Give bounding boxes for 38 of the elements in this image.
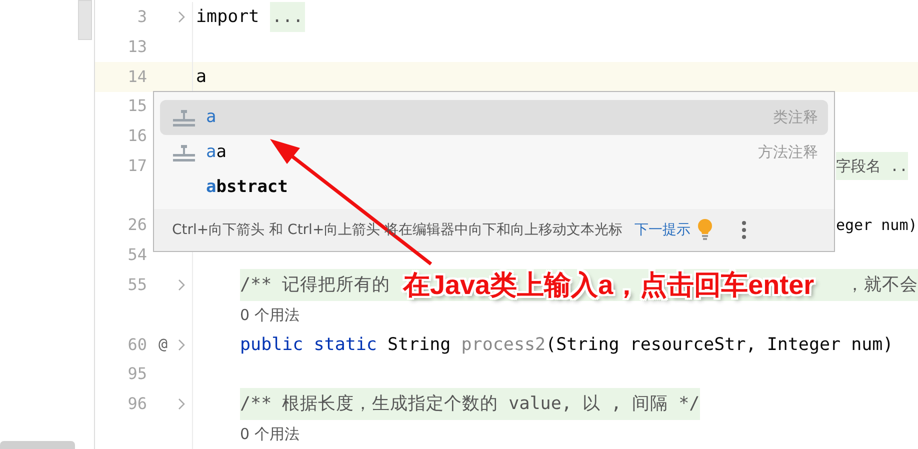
template-icon: [172, 144, 196, 162]
code-text: (String resourceStr, Integer num): [546, 334, 894, 356]
code-keyword: public static: [240, 334, 377, 356]
annotation-text: 在Java类上输入a，点击回车enter: [403, 269, 814, 302]
folded-code: ...: [270, 2, 306, 32]
line-number: 15: [126, 95, 147, 118]
method-name: process2: [461, 334, 546, 356]
code-comment: ，就不会: [846, 274, 918, 297]
line-number: 54: [126, 244, 147, 266]
scrollbar-thumb[interactable]: [78, 0, 92, 40]
code-text: a: [196, 66, 207, 88]
completion-item[interactable]: abstract: [160, 170, 828, 205]
line-number: 13: [126, 36, 147, 58]
next-tip-link[interactable]: 下一提示: [634, 220, 691, 240]
code-text: eger num): [836, 215, 918, 236]
line-number: 96: [126, 393, 147, 416]
code-comment: 字段名 ..: [836, 152, 908, 180]
more-icon[interactable]: [740, 220, 747, 240]
annotation-marker[interactable]: @: [153, 333, 173, 356]
usage-hint: 0 个用法: [240, 424, 300, 445]
line-number: 60: [126, 334, 147, 356]
line-number: 14: [126, 66, 147, 88]
line-number: 3: [136, 6, 147, 28]
line-number: 95: [126, 363, 147, 386]
code-comment: /** 记得把所有的: [240, 274, 390, 297]
line-number: 17: [126, 154, 147, 177]
usage-hint: 0 个用法: [240, 304, 300, 326]
completion-item[interactable]: a 类注释: [160, 100, 828, 135]
line-number: 16: [126, 125, 147, 148]
line-number: 55: [126, 274, 147, 296]
code-text: import: [196, 6, 260, 29]
scrollbar-thumb[interactable]: [0, 441, 75, 449]
lightbulb-icon: [696, 219, 713, 241]
code-text: String: [386, 334, 452, 356]
line-number: 26: [126, 214, 147, 236]
code-comment: /** 根据长度，生成指定个数的 value, 以 , 间隔 */: [240, 388, 700, 420]
template-icon: [172, 108, 196, 126]
completion-item[interactable]: aa 方法注释: [160, 135, 828, 170]
